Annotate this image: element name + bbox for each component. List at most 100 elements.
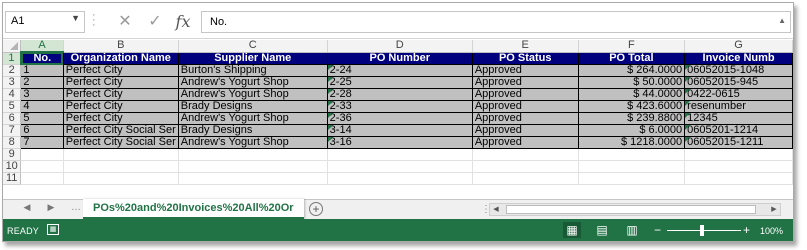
scrollbar-left-arrow-icon[interactable]: ◀ xyxy=(490,204,502,215)
zoom-slider-thumb[interactable] xyxy=(700,225,704,236)
row-header[interactable]: 1 xyxy=(3,52,22,65)
table-cell[interactable]: 06052015-1048 xyxy=(684,64,793,77)
table-cell[interactable]: 2-28 xyxy=(326,88,473,101)
table-cell[interactable]: $ 44.0000 xyxy=(577,88,686,101)
column-header-a[interactable]: A xyxy=(20,40,64,53)
page-layout-view-icon[interactable]: ▤ xyxy=(593,222,611,238)
empty-cell[interactable] xyxy=(63,148,179,161)
table-cell[interactable]: Brady Designs xyxy=(177,100,328,113)
table-cell[interactable]: 5 xyxy=(20,112,64,125)
cancel-icon[interactable]: ✕ xyxy=(113,12,137,32)
table-header-cell[interactable]: PO Number xyxy=(326,51,473,65)
table-cell[interactable]: Andrew's Yogurt Shop xyxy=(177,88,328,101)
scroll-left-icon[interactable]: ◀ xyxy=(19,202,35,213)
table-cell[interactable]: resenumber xyxy=(684,100,793,113)
table-cell[interactable]: Approved xyxy=(471,88,579,101)
table-cell[interactable]: Perfect City Social Ser xyxy=(62,124,179,137)
column-header-c[interactable]: C xyxy=(178,40,328,53)
table-cell[interactable]: $ 6.0000 xyxy=(577,124,686,137)
empty-cell[interactable] xyxy=(20,160,64,173)
table-header-cell[interactable]: Organization Name xyxy=(62,51,179,65)
row-header[interactable]: 5 xyxy=(3,100,22,113)
row-header[interactable]: 7 xyxy=(3,124,22,137)
empty-cell[interactable] xyxy=(63,172,179,185)
insert-function-button[interactable]: fx xyxy=(171,12,195,32)
table-cell[interactable]: 3-14 xyxy=(326,124,473,137)
table-cell[interactable]: $ 239.8800 xyxy=(577,112,686,125)
row-header[interactable]: 8 xyxy=(3,136,22,149)
empty-cell[interactable] xyxy=(684,148,793,161)
empty-cell[interactable] xyxy=(684,160,793,173)
normal-view-icon[interactable]: ▦ xyxy=(563,222,581,238)
table-cell[interactable]: 0605201-1214 xyxy=(684,124,793,137)
row-header[interactable]: 10 xyxy=(3,160,22,173)
table-cell[interactable]: 06052015-945 xyxy=(684,76,793,89)
table-cell[interactable]: Brady Designs xyxy=(177,124,328,137)
sheet-tab-active[interactable]: POs%20and%20Invoices%20All%20Or xyxy=(83,199,304,219)
table-cell[interactable]: 2-33 xyxy=(326,100,473,113)
column-header-b[interactable]: B xyxy=(63,40,179,53)
drag-handle-icon[interactable]: · · · xyxy=(92,10,96,31)
scrollbar-right-arrow-icon[interactable]: ▶ xyxy=(768,204,780,215)
table-header-cell[interactable]: No. xyxy=(20,51,64,65)
table-header-cell[interactable]: PO Total xyxy=(577,51,686,65)
empty-cell[interactable] xyxy=(178,148,328,161)
table-cell[interactable]: Andrew's Yogurt Shop xyxy=(177,112,328,125)
check-icon[interactable]: ✓ xyxy=(143,12,167,32)
row-header[interactable]: 3 xyxy=(3,76,22,89)
table-cell[interactable]: $ 50.0000 xyxy=(577,76,686,89)
column-header-f[interactable]: F xyxy=(578,40,686,53)
table-cell[interactable]: Burton's Shipping xyxy=(177,64,328,77)
table-cell[interactable]: 0422-0615 xyxy=(684,88,793,101)
chevron-down-icon[interactable]: ▼ xyxy=(71,13,80,23)
column-header-e[interactable]: E xyxy=(472,40,579,53)
table-header-cell[interactable]: Supplier Name xyxy=(177,51,328,65)
table-cell[interactable]: Perfect City xyxy=(62,88,179,101)
empty-cell[interactable] xyxy=(578,172,686,185)
table-cell[interactable]: 12345 xyxy=(684,112,793,125)
empty-cell[interactable] xyxy=(63,160,179,173)
table-cell[interactable]: $ 423.6000 xyxy=(577,100,686,113)
table-cell[interactable]: Perfect City xyxy=(62,64,179,77)
empty-cell[interactable] xyxy=(20,172,64,185)
table-cell[interactable]: 1 xyxy=(20,64,64,77)
table-cell[interactable]: Perfect City Social Ser xyxy=(62,136,179,149)
empty-cell[interactable] xyxy=(684,172,793,185)
table-cell[interactable]: $ 264.0000 xyxy=(577,64,686,77)
table-cell[interactable]: Approved xyxy=(471,64,579,77)
empty-cell[interactable] xyxy=(20,148,64,161)
row-header[interactable]: 9 xyxy=(3,148,22,161)
empty-cell[interactable] xyxy=(578,148,686,161)
table-cell[interactable]: 06052015-1211 xyxy=(684,136,793,149)
table-cell[interactable]: Perfect City xyxy=(62,100,179,113)
table-cell[interactable]: 3 xyxy=(20,88,64,101)
table-cell[interactable]: 2-24 xyxy=(326,64,473,77)
row-header[interactable]: 4 xyxy=(3,88,22,101)
table-header-cell[interactable]: Invoice Numb xyxy=(684,51,793,65)
column-header-d[interactable]: D xyxy=(327,40,473,53)
empty-cell[interactable] xyxy=(472,148,579,161)
page-break-preview-icon[interactable]: ▥ xyxy=(623,222,641,238)
table-cell[interactable]: Approved xyxy=(471,136,579,149)
empty-cell[interactable] xyxy=(327,160,473,173)
empty-cell[interactable] xyxy=(578,160,686,173)
table-cell[interactable]: 4 xyxy=(20,100,64,113)
table-cell[interactable]: 2-25 xyxy=(326,76,473,89)
table-cell[interactable]: $ 1218.0000 xyxy=(577,136,686,149)
row-header[interactable]: 11 xyxy=(3,172,22,185)
horizontal-scrollbar[interactable]: ◀ ▶ xyxy=(489,203,781,216)
table-cell[interactable]: Andrew's Yogurt Shop xyxy=(177,136,328,149)
worksheet-grid[interactable]: ABCDEFG 1 No. Organization Name Supplier Na… xyxy=(3,40,793,200)
add-sheet-button[interactable]: + xyxy=(309,202,323,216)
empty-cell[interactable] xyxy=(472,172,579,185)
macro-record-icon[interactable]: ▦ xyxy=(47,224,59,235)
table-cell[interactable]: Andrew's Yogurt Shop xyxy=(177,76,328,89)
table-cell[interactable]: 2-36 xyxy=(326,112,473,125)
empty-cell[interactable] xyxy=(327,148,473,161)
empty-cell[interactable] xyxy=(472,160,579,173)
table-cell[interactable]: Perfect City xyxy=(62,76,179,89)
name-box[interactable]: A1 ▼ xyxy=(5,11,85,33)
scrollbar-thumb[interactable] xyxy=(506,205,756,214)
table-cell[interactable]: Approved xyxy=(471,100,579,113)
column-header-g[interactable]: G xyxy=(684,40,793,53)
